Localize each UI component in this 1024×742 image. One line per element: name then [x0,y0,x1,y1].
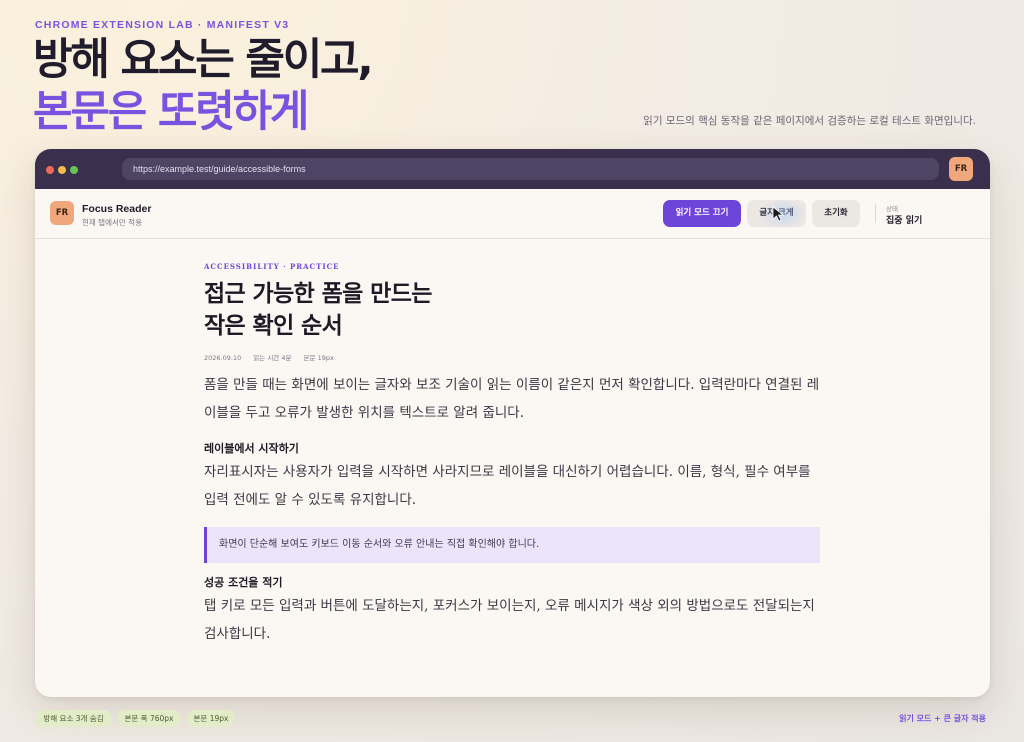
hero-subtitle: 읽기 모드의 핵심 동작을 같은 페이지에서 검증하는 로컬 테스트 화면입니다… [643,115,976,127]
mouse-pointer-icon [772,206,785,222]
toolbar-divider [875,204,876,223]
minimize-window-dot[interactable] [58,166,66,174]
eyebrow: CHROME EXTENSION LAB · MANIFEST V3 [35,19,290,31]
browser-window: https://example.test/guide/accessible-fo… [35,149,990,697]
address-bar[interactable]: https://example.test/guide/accessible-fo… [122,158,939,180]
footer-status: 읽기 모드 + 큰 글자 적용 [899,714,986,723]
section-body: 탭 키로 모든 입력과 버튼에 도달하는지, 포커스가 보이는지, 오류 메시지… [204,598,815,642]
article-meta: 2026.09.10 읽는 시간 4분 본문 19px [204,352,344,362]
reader-mode-toggle-button[interactable]: 읽기 모드 끄기 [663,200,741,227]
article-title-line2: 작은 확인 순서 [204,312,343,339]
article-title: 접근 가능한 폼을 만드는 작은 확인 순서 [204,278,432,342]
article-read-time: 읽는 시간 4분 [253,354,292,362]
section-heading: 성공 조건을 적기 [204,576,283,589]
article-title-line1: 접근 가능한 폼을 만드는 [204,280,432,307]
status-chip: 본문 19px [187,710,235,727]
maximize-window-dot[interactable] [70,166,78,174]
article-intro: 폼을 만들 때는 화면에 보이는 글자와 보조 기술이 읽는 이름이 같은지 먼… [204,377,820,421]
state-value: 집중 읽기 [886,216,923,226]
reader-toolbar: FR Focus Reader 현재 탭에서만 적용 읽기 모드 끄기 글자 크… [35,189,990,239]
hero-title: 방해 요소는 줄이고, 본문은 또렷하게 [33,34,374,138]
status-chip: 방해 요소 3개 숨김 [35,710,112,727]
app-logo: FR [50,201,74,225]
app-name: Focus Reader [82,203,152,215]
hero-title-line1: 방해 요소는 줄이고, [33,35,374,85]
section-heading: 레이블에서 시작하기 [204,442,299,455]
extension-icon[interactable]: FR [949,157,973,181]
section-body: 자리표시자는 사용자가 입력을 시작하면 사라지므로 레이블을 대신하기 어렵습… [204,464,811,508]
article-font-size: 본문 19px [303,354,334,362]
reset-button[interactable]: 초기화 [812,200,860,227]
hero-title-line2: 본문은 또렷하게 [33,87,309,137]
close-window-dot[interactable] [46,166,54,174]
app-scope: 현재 탭에서만 적용 [82,218,142,227]
browser-chrome: https://example.test/guide/accessible-fo… [35,149,990,189]
article-date: 2026.09.10 [204,354,242,362]
callout-quote: 화면이 단순해 보여도 키보드 이동 순서와 오류 안내는 직접 확인해야 합니… [204,527,820,563]
state-label: 상태 [886,205,898,213]
article-kicker: ACCESSIBILITY · PRACTICE [204,262,340,271]
status-chip: 본문 폭 760px [117,710,181,727]
